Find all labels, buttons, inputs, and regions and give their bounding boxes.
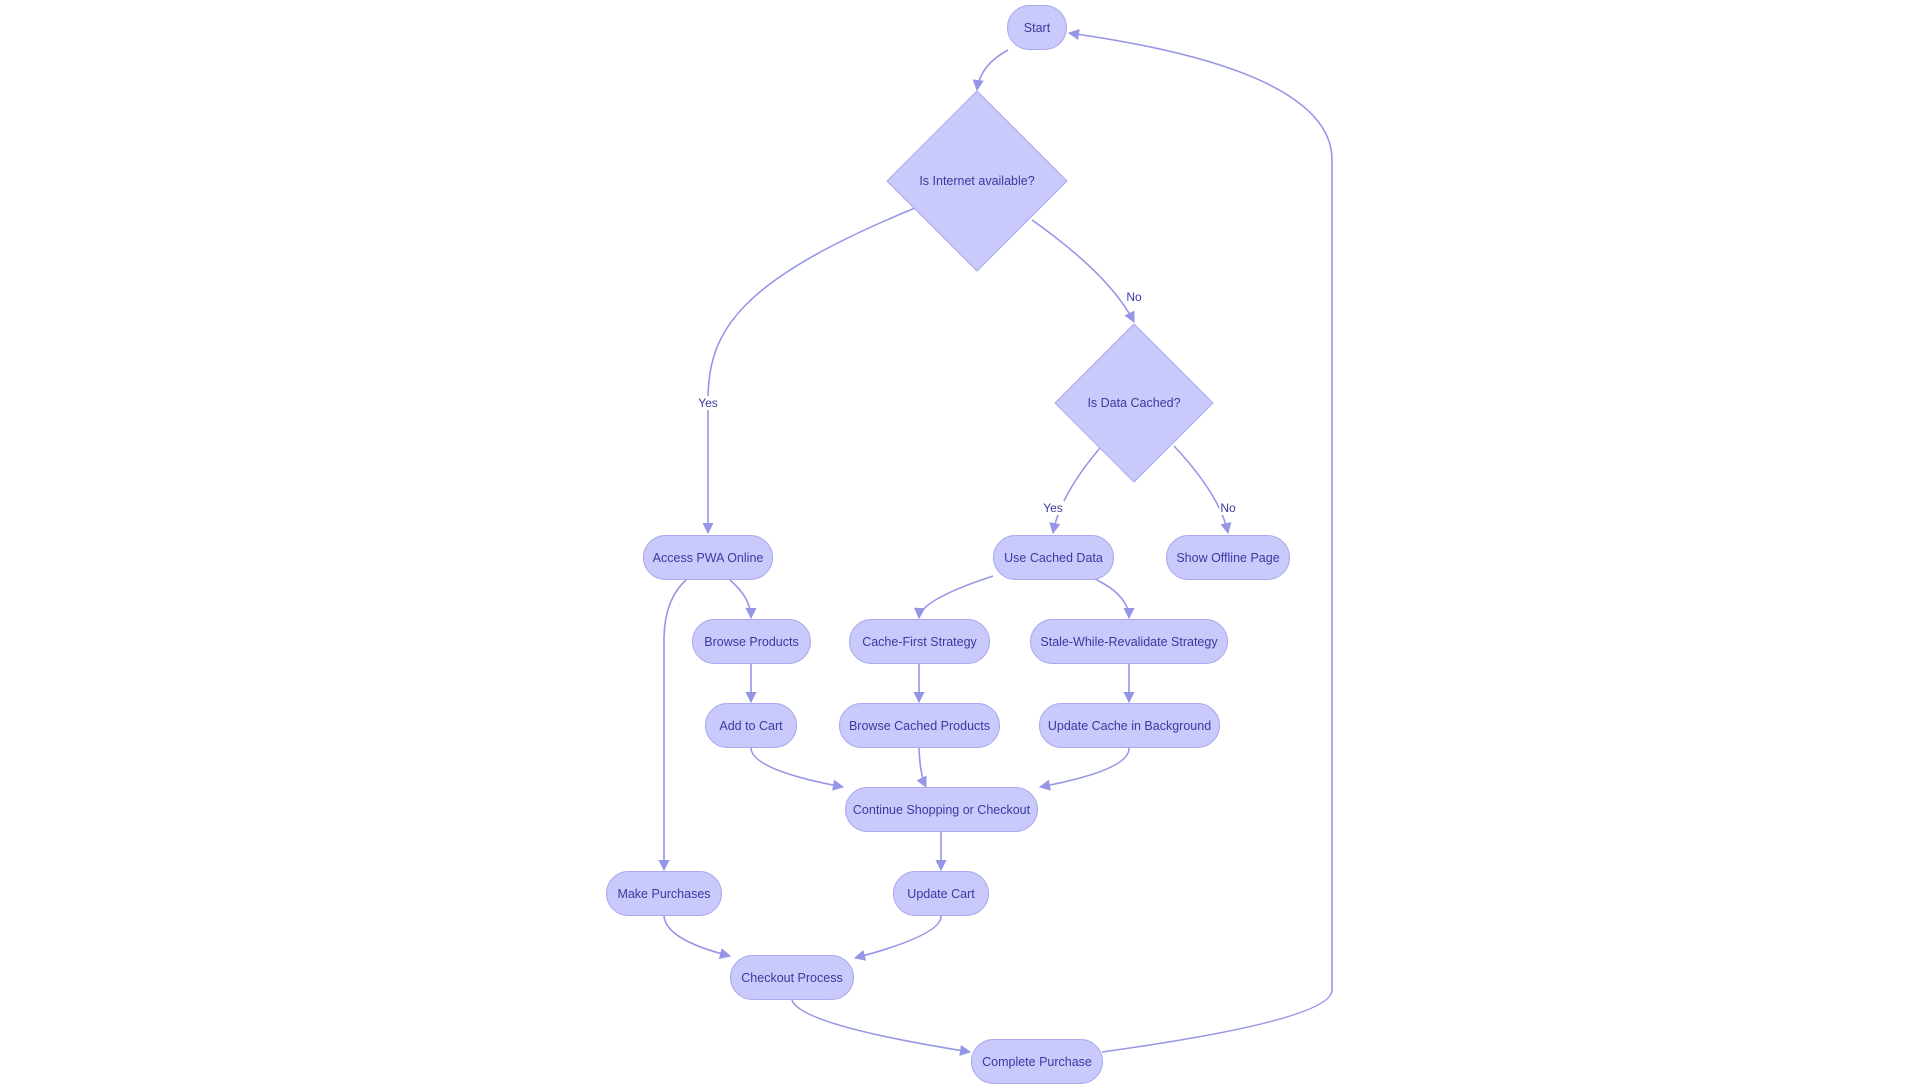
node-start: Start — [1007, 5, 1067, 50]
node-browse-products: Browse Products — [692, 619, 811, 664]
edge-use-cachefirst — [913, 575, 994, 620]
edge-browsecached-continue — [916, 747, 927, 789]
node-cache-first: Cache-First Strategy — [849, 619, 990, 664]
node-add-to-cart: Add to Cart — [705, 703, 797, 748]
edge-use-swr — [1092, 577, 1135, 620]
node-make-purchases: Make Purchases — [606, 871, 722, 916]
node-checkout: Checkout Process — [730, 955, 854, 1000]
edge-updatecart-checkout — [853, 915, 942, 961]
edge-label-internet-yes: Yes — [697, 396, 719, 410]
node-access-online: Access PWA Online — [643, 535, 773, 580]
edge-cached-use — [1049, 447, 1101, 535]
node-browse-cached: Browse Cached Products — [839, 703, 1000, 748]
node-update-cache: Update Cache in Background — [1039, 703, 1220, 748]
edge-label-internet-no: No — [1125, 290, 1143, 304]
flowchart-edges — [658, 28, 1333, 1056]
edge-access-browse — [729, 579, 757, 620]
decision-cached: Is Data Cached? — [1087, 396, 1181, 410]
edge-internet-cached — [1031, 219, 1135, 323]
edge-label-cached-no: No — [1219, 501, 1237, 515]
node-use-cached: Use Cached Data — [993, 535, 1114, 580]
node-update-cart: Update Cart — [893, 871, 989, 916]
edge-access-make-purchases — [658, 579, 687, 872]
node-swr: Stale-While-Revalidate Strategy — [1030, 619, 1228, 664]
node-continue: Continue Shopping or Checkout — [845, 787, 1038, 832]
edge-label-cached-yes: Yes — [1042, 501, 1064, 515]
decision-internet: Is Internet available? — [919, 174, 1035, 188]
node-complete: Complete Purchase — [971, 1039, 1103, 1084]
edge-internet-access — [702, 207, 916, 535]
edge-checkout-complete — [791, 999, 972, 1056]
edge-updatecache-continue — [1038, 747, 1130, 791]
edge-addcart-continue — [750, 747, 845, 791]
edge-makepurchases-checkout — [663, 915, 732, 959]
node-offline-page: Show Offline Page — [1166, 535, 1290, 580]
edge-start-internet — [972, 49, 1009, 92]
edge-cached-offline — [1173, 445, 1232, 535]
